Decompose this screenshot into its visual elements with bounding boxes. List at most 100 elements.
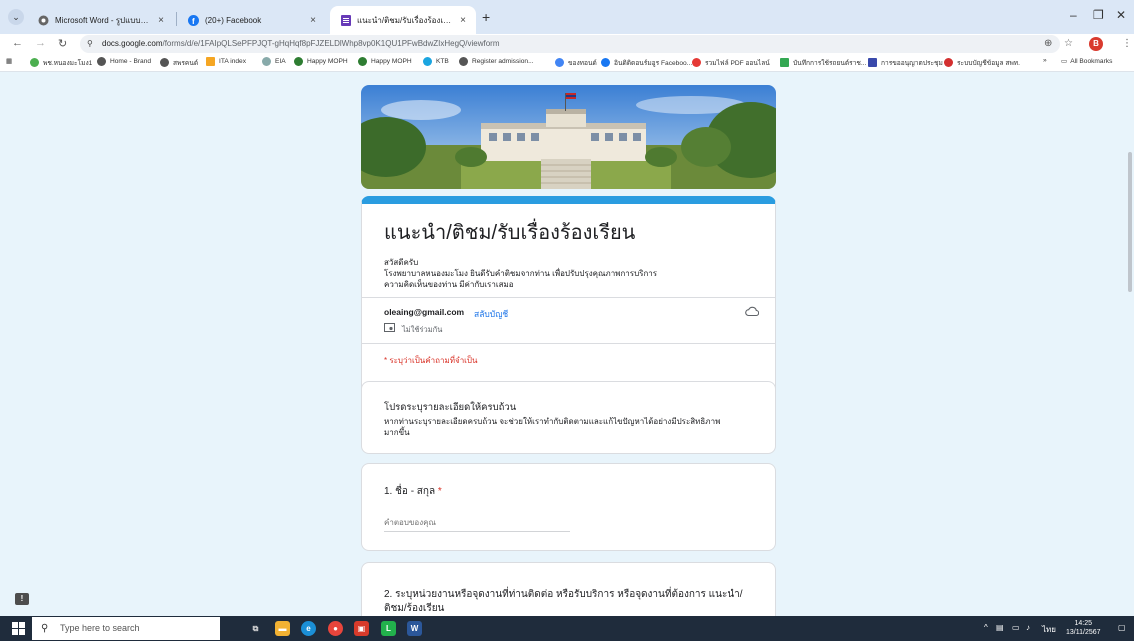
more-menu-icon[interactable]: ⋮ [1122, 38, 1132, 49]
bookmark-label: EIA [275, 58, 286, 65]
clock-date: 13/11/2567 [1066, 629, 1101, 636]
gov-icon [944, 58, 953, 67]
profile-avatar[interactable]: B [1089, 37, 1103, 51]
bookmark-item[interactable]: รวมไฟล์ PDF ออนไลน์ [692, 57, 770, 68]
minimize-icon[interactable]: – [1070, 8, 1077, 22]
task-view-icon[interactable]: ⧉ [248, 621, 263, 636]
taskbar-search-box[interactable]: ⚲ Type here to search [32, 617, 220, 640]
close-icon[interactable]: × [158, 15, 164, 26]
zoom-icon[interactable]: ⊕ [1044, 38, 1052, 49]
switch-account-link[interactable]: สลับบัญชี [474, 307, 508, 321]
tab-facebook[interactable]: f (20+) Facebook × [178, 6, 326, 34]
not-shared-label: ไม่ใช้ร่วมกัน [402, 325, 443, 334]
close-icon[interactable]: × [460, 15, 466, 26]
account-email: oleaing@gmail.com [384, 307, 465, 317]
forward-icon[interactable]: → [35, 37, 46, 49]
tab-search-icon[interactable]: ⌄ [8, 9, 24, 25]
site-info-icon[interactable]: ⚲ [87, 35, 93, 53]
browser-toolbar: ← → ↻ ⚲ docs.google.com/forms/d/e/1FAIpQ… [0, 34, 1134, 54]
bookmark-item[interactable]: อินดิดิดอนร์มอูร Faceboo... [601, 57, 692, 68]
windows-start-icon[interactable] [12, 622, 25, 635]
bookmark-item[interactable]: ระบบบัญชีข้อมูล สพท. [944, 57, 1020, 68]
close-window-icon[interactable]: ✕ [1116, 8, 1126, 22]
display-icon[interactable]: ▭ [1012, 623, 1020, 632]
section-description: หากท่านระบุรายละเอียดครบถ้วน จะช่วยให้เร… [384, 417, 721, 426]
bookmark-item[interactable]: พช.หนองมะโมง1 [30, 57, 92, 68]
bookmarks-bar: ▦ พช.หนองมะโมง1 Home - Brand สพรคนด์ ITA… [0, 54, 1134, 72]
windows-taskbar: ⚲ Type here to search ⧉ ▬ e ● ▣ L W ^ ▤ … [0, 616, 1134, 641]
question-label: 1. ชื่อ - สกุล * [384, 484, 442, 499]
bookmark-item[interactable]: Home - Brand [97, 57, 151, 66]
bookmark-label: ITA index [219, 58, 246, 65]
header-banner-image [361, 85, 776, 189]
app-icon[interactable]: ▣ [354, 621, 369, 636]
bookmark-label: รวมไฟล์ PDF ออนไลน์ [705, 60, 770, 67]
bookmark-label: ระบบบัญชีข้อมูล สพท. [957, 60, 1020, 67]
word-icon[interactable]: W [407, 621, 422, 636]
edge-icon[interactable]: e [301, 621, 316, 636]
bookmark-label: สพรคนด์ [173, 60, 199, 67]
page-scrollbar[interactable] [1128, 152, 1132, 292]
close-icon[interactable]: × [310, 15, 316, 26]
site-icon [30, 58, 39, 67]
url-path: /forms/d/e/1FAIpQLSePFPJQT-gHqHqf8pFJZEL… [162, 39, 500, 48]
bookmark-item[interactable]: KTB [423, 57, 449, 66]
bookmark-item[interactable]: การขออนุญาตประชุม [868, 57, 943, 68]
cloud-save-icon[interactable] [745, 305, 759, 317]
tab-google-form[interactable]: แนะนำ/ติชม/รับเรื่องร้องเรียน × [330, 6, 476, 34]
restore-icon[interactable]: ❐ [1093, 8, 1104, 22]
folder-icon: ▭ [1061, 58, 1068, 65]
bookmark-item[interactable]: EIA [262, 57, 286, 66]
search-placeholder: Type here to search [60, 623, 140, 633]
url-domain: docs.google.com [102, 39, 163, 48]
all-bookmarks-folder[interactable]: ▭ All Bookmarks [1061, 57, 1112, 66]
tray-chevron-icon[interactable]: ^ [984, 623, 988, 632]
apps-grid-icon[interactable]: ▦ [6, 57, 12, 65]
new-tab-plus-icon[interactable]: + [482, 9, 490, 25]
form-description-line: ความคิดเห็นของท่าน มีค่ากับเราเสมอ [384, 280, 514, 289]
form-page: แนะนำ/ติชม/รับเรื่องร้องเรียน สวัสดีครับ… [0, 72, 1134, 616]
pdf-icon [692, 58, 701, 67]
bookmark-star-icon[interactable]: ☆ [1064, 38, 1073, 49]
bookmark-label: บันทึกการใช้รถยนต์ราช... [793, 60, 867, 67]
svg-text:f: f [192, 17, 195, 26]
bookmark-item[interactable]: สพรคนด์ [160, 57, 198, 68]
more-bookmarks-icon[interactable]: » [1043, 57, 1047, 64]
clock-time: 14:25 [1074, 620, 1093, 627]
question-card-department: 2. ระบุหน่วยงานหรือจุดงานที่ท่านติดต่อ ห… [361, 562, 776, 616]
volume-icon[interactable]: ♪ [1026, 623, 1030, 632]
moph-icon [294, 57, 303, 66]
globe-icon [97, 57, 106, 66]
line-icon[interactable]: L [381, 621, 396, 636]
chrome-icon[interactable]: ● [328, 621, 343, 636]
tab-title: (20+) Facebook [205, 15, 262, 25]
tab-title: แนะนำ/ติชม/รับเรื่องร้องเรียน [357, 15, 453, 25]
bookmark-label: Register admission... [472, 58, 534, 65]
bookmark-item[interactable]: บันทึกการใช้รถยนต์ราช... [780, 57, 866, 68]
bookmark-item[interactable]: ของทอนด์ [555, 57, 597, 68]
notification-icon[interactable]: ▢ [1118, 623, 1126, 632]
reload-icon[interactable]: ↻ [58, 37, 67, 50]
file-explorer-icon[interactable]: ▬ [275, 621, 290, 636]
divider [362, 343, 775, 344]
bookmark-item[interactable]: Register admission... [459, 57, 534, 66]
language-indicator[interactable]: ไทย [1042, 623, 1056, 636]
bookmark-label: Happy MOPH [371, 58, 412, 65]
address-bar[interactable]: ⚲ docs.google.com/forms/d/e/1FAIpQLSePFP… [80, 35, 1060, 53]
tab-word[interactable]: Microsoft Word - รูปแบบการเสนอ × [28, 6, 174, 34]
eia-icon [262, 57, 271, 66]
report-feedback-icon[interactable]: ! [15, 593, 29, 605]
back-icon[interactable]: ← [12, 37, 23, 49]
name-answer-input[interactable] [384, 514, 570, 532]
question-text: 2. ระบุหน่วยงานหรือจุดงานที่ท่านติดต่อ ห… [384, 589, 743, 614]
ktb-icon [423, 57, 432, 66]
bookmark-label: Home - Brand [110, 58, 152, 65]
bookmark-item[interactable]: Happy MOPH [294, 57, 348, 66]
google-icon [555, 58, 564, 67]
bookmark-item[interactable]: ITA index [206, 57, 246, 66]
system-clock[interactable]: 14:25 13/11/2567 [1066, 619, 1101, 637]
section-description: มากขึ้น [384, 428, 410, 437]
bookmark-item[interactable]: Happy MOPH [358, 57, 412, 66]
network-icon[interactable]: ▤ [996, 623, 1004, 632]
not-shared-icon [384, 323, 395, 332]
